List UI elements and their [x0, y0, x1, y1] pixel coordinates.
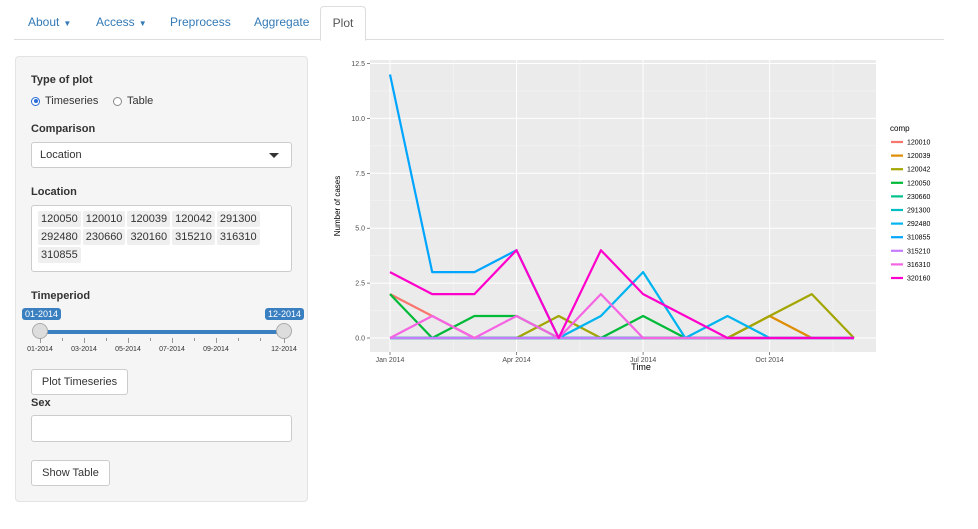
legend: comp 120010 120039 120042 120050 230660 29130… — [890, 124, 930, 283]
legend-label: 292480 — [907, 221, 930, 228]
sex-input[interactable] — [31, 415, 292, 442]
timeperiod-tick-label: 05-2014 — [115, 346, 141, 353]
timeperiod-slider-to-handle[interactable] — [276, 323, 292, 339]
legend-title: comp — [890, 124, 910, 133]
tab-access-label: Access — [96, 15, 135, 29]
location-tag[interactable]: 120039 — [127, 211, 171, 227]
x-axis: Jan 2014 Apr 2014 Jul 2014 Oct 2014 — [376, 352, 784, 364]
y-tick-label: 2.5 — [355, 281, 365, 288]
location-tag[interactable]: 315210 — [172, 229, 215, 245]
tab-preprocess-label: Preprocess — [170, 15, 231, 29]
plot-timeseries-button[interactable]: Plot Timeseries — [31, 369, 128, 395]
y-tick-label: 0.0 — [355, 336, 365, 343]
location-tag[interactable]: 120042 — [172, 211, 215, 227]
legend-label: 120042 — [907, 167, 930, 174]
x-axis-title: Time — [631, 362, 651, 372]
chevron-down-icon: ▼ — [63, 19, 72, 28]
legend-label: 310855 — [907, 235, 930, 242]
tab-about-label: About — [28, 15, 60, 29]
legend-label: 120010 — [907, 140, 930, 147]
timeperiod-slider-track[interactable] — [39, 330, 284, 334]
legend-label: 120050 — [907, 180, 930, 187]
location-tag[interactable]: 120010 — [82, 211, 126, 227]
x-tick-label: Oct 2014 — [755, 357, 784, 364]
radio-timeseries-label: Timeseries — [45, 95, 99, 107]
y-tick-label: 12.5 — [351, 61, 365, 68]
legend-label: 320160 — [907, 276, 930, 283]
timeperiod-tick-label: 12-2014 — [271, 346, 297, 353]
location-tag[interactable]: 316310 — [216, 229, 260, 245]
sidebar-panel: Type of plot Timeseries Table Comparison… — [15, 56, 308, 502]
comparison-value: Location — [40, 149, 82, 161]
timeperiod-tick-label: 07-2014 — [159, 346, 185, 353]
plot-panel — [370, 60, 876, 352]
comparison-select[interactable]: Location — [31, 142, 292, 168]
location-tag[interactable]: 320160 — [127, 229, 171, 245]
location-label: Location — [31, 186, 77, 198]
radio-selected-icon — [31, 96, 40, 106]
x-tick-label: Apr 2014 — [502, 357, 531, 364]
timeperiod-tick-label: 03-2014 — [71, 346, 97, 353]
timeperiod-label: Timeperiod — [31, 290, 91, 302]
x-tick-label: Jan 2014 — [376, 357, 405, 364]
location-tag[interactable]: 230660 — [82, 229, 126, 245]
tab-plot-label: Plot — [332, 16, 354, 30]
nav-tabs: About ▼ Access ▼ Preprocess Aggregate Plot — [14, 6, 944, 41]
show-table-button[interactable]: Show Table — [31, 460, 110, 486]
dropdown-arrow-icon — [269, 153, 279, 158]
y-tick-label: 7.5 — [355, 171, 365, 178]
timeperiod-to-badge: 12-2014 — [265, 308, 305, 320]
location-tag[interactable]: 291300 — [216, 211, 260, 227]
radio-unselected-icon — [113, 96, 122, 106]
legend-label: 316310 — [907, 262, 930, 269]
y-tick-label: 5.0 — [355, 226, 365, 233]
legend-label: 291300 — [907, 208, 930, 215]
y-tick-label: 10.0 — [351, 116, 365, 123]
location-multiselect[interactable]: 120050 120010 120039 120042 291300 292480 2306… — [31, 205, 292, 272]
legend-label: 120039 — [907, 153, 930, 160]
tab-preprocess[interactable]: Preprocess — [170, 6, 231, 38]
location-tag[interactable]: 292480 — [38, 229, 81, 245]
timeperiod-ticks: 01-2014 03-2014 05-2014 07-2014 09-2014 … — [27, 338, 297, 358]
chevron-down-icon: ▼ — [138, 19, 147, 28]
timeperiod-tick-label: 09-2014 — [203, 346, 229, 353]
timeseries-chart: 0.02.55.07.510.012.5 Jan 2014 Apr 2014 Jul… — [333, 60, 930, 372]
radio-table-label: Table — [127, 95, 154, 107]
tab-plot[interactable]: Plot — [320, 6, 366, 41]
tab-aggregate-label: Aggregate — [254, 15, 310, 29]
timeperiod-slider-from-handle[interactable] — [32, 323, 48, 339]
tab-access[interactable]: Access ▼ — [96, 6, 147, 38]
legend-label: 230660 — [907, 194, 930, 201]
legend-label: 315210 — [907, 248, 930, 255]
type-of-plot-label: Type of plot — [31, 74, 93, 86]
radio-timeseries[interactable]: Timeseries — [31, 95, 98, 107]
tab-aggregate[interactable]: Aggregate — [254, 6, 309, 38]
timeperiod-from-badge: 01-2014 — [22, 308, 62, 320]
comparison-label: Comparison — [31, 123, 96, 135]
y-axis: 0.0 2.5 5.0 7.5 10.0 12.5 — [351, 61, 370, 343]
radio-table[interactable]: Table — [113, 95, 153, 107]
y-axis-title: Number of cases — [333, 176, 342, 236]
timeperiod-tick-label: 01-2014 — [27, 346, 53, 353]
sex-label: Sex — [31, 397, 51, 409]
location-tag[interactable]: 120050 — [38, 211, 81, 227]
location-tag[interactable]: 310855 — [38, 247, 81, 263]
tab-about[interactable]: About ▼ — [28, 6, 71, 38]
